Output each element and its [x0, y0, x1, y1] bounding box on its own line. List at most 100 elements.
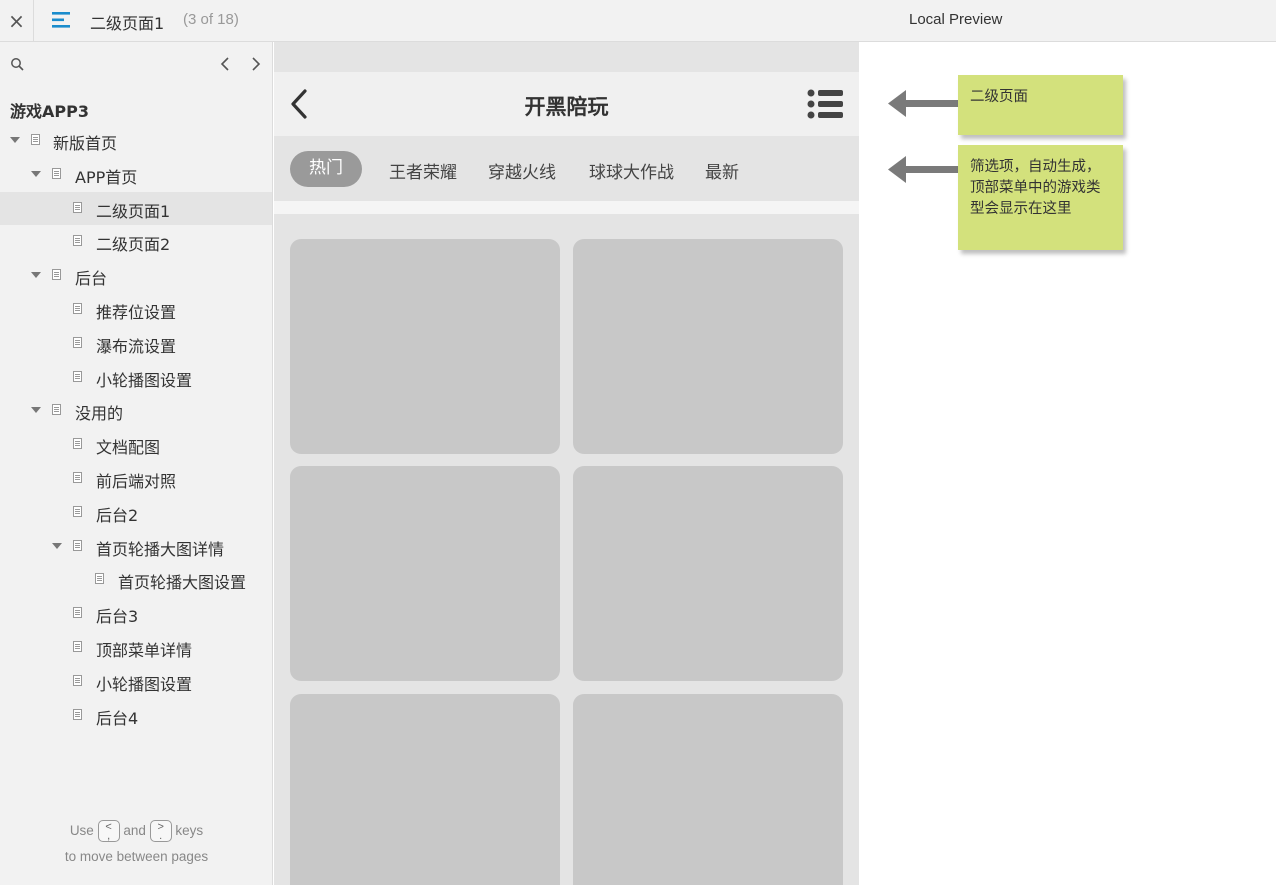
content-card[interactable] [290, 694, 560, 885]
page-icon [52, 269, 61, 281]
sidebar-item-label: 后台 [75, 269, 108, 289]
sidebar-item[interactable]: APP首页 [0, 158, 272, 192]
caret-down-icon[interactable] [52, 542, 62, 549]
sidebar-item[interactable]: 没用的 [0, 394, 272, 428]
tab-honor-of-kings[interactable]: 王者荣耀 [389, 158, 457, 183]
page-icon [73, 336, 82, 348]
page-icon [95, 573, 104, 585]
sidebar-item-label: 首页轮播大图详情 [96, 539, 225, 559]
app-title: 开黑陪玩 [524, 95, 609, 119]
chevron-left-icon [220, 57, 229, 71]
page-icon [73, 235, 82, 247]
hint-line2: to move between pages [64, 849, 209, 864]
page-icon [52, 167, 61, 179]
sidebar-item-label: 二级页面2 [96, 235, 171, 255]
sidebar-item-label: 瀑布流设置 [96, 336, 177, 356]
page-icon [73, 708, 82, 720]
sidebar-item[interactable]: 小轮播图设置 [0, 361, 272, 395]
sidebar-item-label: APP首页 [75, 167, 138, 187]
tab-latest[interactable]: 最新 [705, 158, 739, 183]
caret-down-icon[interactable] [31, 272, 41, 279]
note-filter-options: 筛选项，自动生成，顶部菜单中的游戏类型会显示在这里 [958, 145, 1123, 250]
list-menu-icon[interactable] [807, 89, 843, 119]
local-preview-label: Local Preview [909, 11, 1003, 28]
tab-hot[interactable]: 热门 [290, 151, 362, 187]
sidebar-item[interactable]: 首页轮播大图设置 [0, 563, 272, 597]
page-icon [31, 134, 40, 145]
sidebar-item-label: 首页轮播大图设置 [118, 573, 247, 593]
project-title: 游戏APP3 [10, 102, 89, 121]
note-filter-options-text: 筛选项，自动生成，顶部菜单中的游戏类型会显示在这里 [970, 159, 1101, 217]
sidebar-item-label: 二级页面1 [96, 201, 171, 221]
page-icon [73, 505, 82, 517]
sidebar-item[interactable]: 小轮播图设置 [0, 665, 272, 699]
content-card[interactable] [290, 466, 560, 681]
top-bar: × 二级页面1 (3 of 18) Local Preview [0, 0, 1276, 42]
content-card[interactable] [290, 239, 560, 454]
tab-crossfire[interactable]: 穿越火线 [488, 158, 556, 183]
search-icon[interactable] [10, 57, 25, 72]
keyboard-hint: Use <, and >. keys to move between pages [0, 818, 273, 870]
sidebar-toolbar [0, 52, 273, 76]
page-icon [73, 370, 82, 382]
sidebar-item-label: 顶部菜单详情 [96, 640, 193, 660]
note-secondary-page: 二级页面 [958, 75, 1123, 135]
sidebar-item[interactable]: 前后端对照 [0, 462, 272, 496]
page-title: 二级页面1 [90, 14, 165, 33]
sidebar-item[interactable]: 首页轮播大图详情 [0, 530, 272, 564]
hint-use-text: Use [69, 823, 94, 838]
hint-and-text: and [123, 823, 146, 838]
sitemap-sidebar: 游戏APP3 新版首页 APP首页二级页面1 二级页面2 后台推荐位设置瀑布流设置小轮… [0, 42, 273, 885]
sidebar-item-label: 文档配图 [96, 438, 161, 458]
sidebar-item[interactable]: 后台3 [0, 597, 272, 631]
section-divider [274, 201, 859, 214]
content-card[interactable] [573, 466, 843, 681]
sidebar-item-label: 小轮播图设置 [96, 674, 193, 694]
arrow-left-icon [888, 90, 960, 117]
sidebar-item[interactable]: 后台 [0, 259, 272, 293]
close-button[interactable]: × [0, 0, 34, 41]
game-filter-tabs: 热门 王者荣耀 穿越火线 球球大作战 最新 [274, 136, 859, 201]
page-tree: 新版首页 APP首页 二级页面1 二级页面2 后台 推荐位设置 瀑布流设置 小轮播图设置 没用的… [0, 124, 272, 732]
content-card[interactable] [573, 239, 843, 454]
page-icon [73, 438, 82, 450]
page-icon [73, 471, 82, 483]
page-icon [52, 404, 61, 416]
sidebar-item-label: 后台4 [96, 708, 139, 728]
page-icon [73, 539, 82, 551]
note-secondary-page-text: 二级页面 [970, 89, 1028, 105]
sidebar-item-label: 小轮播图设置 [96, 370, 193, 390]
sidebar-item[interactable]: 后台2 [0, 496, 272, 530]
previous-page-button[interactable] [216, 54, 236, 74]
sidebar-item[interactable]: 推荐位设置 [0, 293, 272, 327]
page-icon [73, 302, 82, 314]
sidebar-item[interactable]: 新版首页 [0, 124, 272, 158]
caret-down-icon[interactable] [31, 170, 41, 177]
page-icon [73, 640, 82, 652]
sidebar-item[interactable]: 瀑布流设置 [0, 327, 272, 361]
caret-down-icon[interactable] [10, 137, 20, 143]
sidebar-item[interactable]: 后台4 [0, 699, 272, 733]
sidebar-item-label: 没用的 [75, 404, 124, 424]
hint-keys-text: keys [175, 823, 204, 838]
sitemap-menu-icon[interactable] [50, 9, 74, 31]
caret-down-icon[interactable] [31, 407, 41, 414]
sidebar-item-label: 推荐位设置 [96, 302, 177, 322]
content-card[interactable] [573, 694, 843, 885]
sidebar-item[interactable]: 顶部菜单详情 [0, 631, 272, 665]
arrow-left-icon [888, 156, 960, 183]
tab-ball-battle[interactable]: 球球大作战 [589, 158, 674, 183]
sidebar-item[interactable]: 二级页面1 [0, 191, 272, 226]
app-header: 开黑陪玩 [274, 72, 859, 136]
sidebar-item[interactable]: 文档配图 [0, 428, 272, 462]
sidebar-item-label: 后台2 [96, 505, 139, 525]
sidebar-item[interactable]: 二级页面2 [0, 225, 272, 259]
page-icon [73, 674, 82, 686]
sidebar-item-label: 新版首页 [53, 134, 118, 153]
prototype-canvas: 开黑陪玩 热门 王者荣耀 穿越火线 球球大作战 最新 [274, 42, 859, 885]
next-key-icon: >. [149, 820, 172, 843]
page-icon [73, 201, 82, 213]
sidebar-item-label: 前后端对照 [96, 471, 177, 491]
prev-key-icon: <, [97, 820, 120, 843]
next-page-button[interactable] [245, 54, 265, 74]
